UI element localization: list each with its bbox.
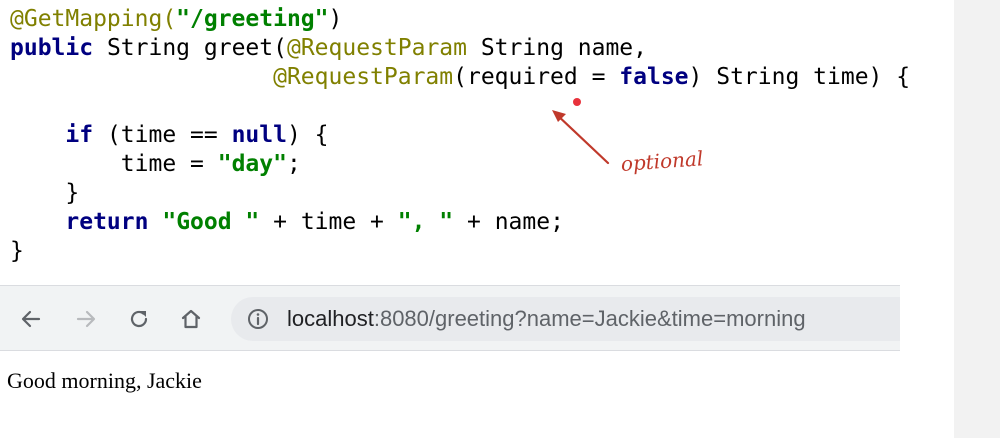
info-icon[interactable] [247, 308, 269, 330]
forward-button[interactable] [69, 302, 103, 336]
code-line: @GetMapping("/greeting") [10, 5, 910, 34]
code-token-plain: (time == [93, 122, 232, 148]
code-token-string: "Good " [162, 209, 260, 235]
code-line: } [10, 237, 910, 266]
page-content: Good morning, Jackie [0, 351, 900, 438]
code-line: public String greet(@RequestParam String… [10, 34, 910, 63]
code-line: if (time == null) { [10, 121, 910, 150]
code-token-plain: } [10, 238, 24, 264]
browser-window: localhost:8080/greeting?name=Jackie&time… [0, 285, 900, 438]
url-text[interactable]: localhost:8080/greeting?name=Jackie&time… [287, 306, 806, 332]
back-button[interactable] [14, 302, 48, 336]
code-token-plain: } [10, 180, 80, 206]
code-token-string: "day" [217, 151, 287, 177]
code-line: time = "day"; [10, 150, 910, 179]
code-token-plain: ) { [286, 122, 329, 148]
code-token-plain: ; [286, 151, 301, 177]
code-line: @RequestParam(required = false) String t… [10, 63, 910, 92]
reload-button[interactable] [122, 302, 156, 336]
code-token-plain: ) String time) { [688, 64, 911, 90]
code-token-plain: time = [10, 151, 218, 177]
address-bar[interactable]: localhost:8080/greeting?name=Jackie&time… [231, 297, 900, 341]
code-line: return "Good " + time + ", " + name; [10, 208, 910, 237]
url-path: :8080/greeting?name=Jackie&time=morning [373, 306, 806, 331]
response-text: Good morning, Jackie [7, 368, 202, 393]
code-token-keyword: public [10, 35, 94, 61]
url-host: localhost [287, 306, 374, 331]
background-strip [954, 0, 1000, 438]
code-block: @GetMapping("/greeting") public String gr… [10, 5, 910, 266]
code-token-plain: String greet( [93, 35, 287, 61]
code-token-plain: (required = [453, 64, 620, 90]
code-token-string: "/greeting" [176, 6, 329, 32]
code-token-annotation: @GetMapping( [10, 6, 177, 32]
arrow-right-icon [76, 310, 96, 328]
code-token-keyword: false [619, 64, 689, 90]
code-token-keyword: if [65, 122, 94, 148]
home-icon [181, 309, 201, 329]
home-button[interactable] [174, 302, 208, 336]
code-token-plain: ) [328, 6, 343, 32]
code-line: } [10, 179, 910, 208]
reload-icon [130, 310, 148, 328]
screenshot-frame: @GetMapping("/greeting") public String gr… [0, 0, 1000, 438]
code-token-keyword: return [65, 209, 149, 235]
browser-toolbar: localhost:8080/greeting?name=Jackie&time… [0, 285, 900, 351]
code-token-annotation: @RequestParam [273, 64, 454, 90]
code-token-string: ", " [397, 209, 454, 235]
code-token-annotation: @RequestParam [286, 35, 467, 61]
arrow-left-icon [21, 310, 41, 328]
code-token-plain: + time + [259, 209, 398, 235]
code-panel: @GetMapping("/greeting") public String gr… [0, 0, 954, 285]
code-token-plain: + name; [453, 209, 564, 235]
code-token-plain: String name, [466, 35, 647, 61]
code-token-keyword: null [231, 122, 287, 148]
